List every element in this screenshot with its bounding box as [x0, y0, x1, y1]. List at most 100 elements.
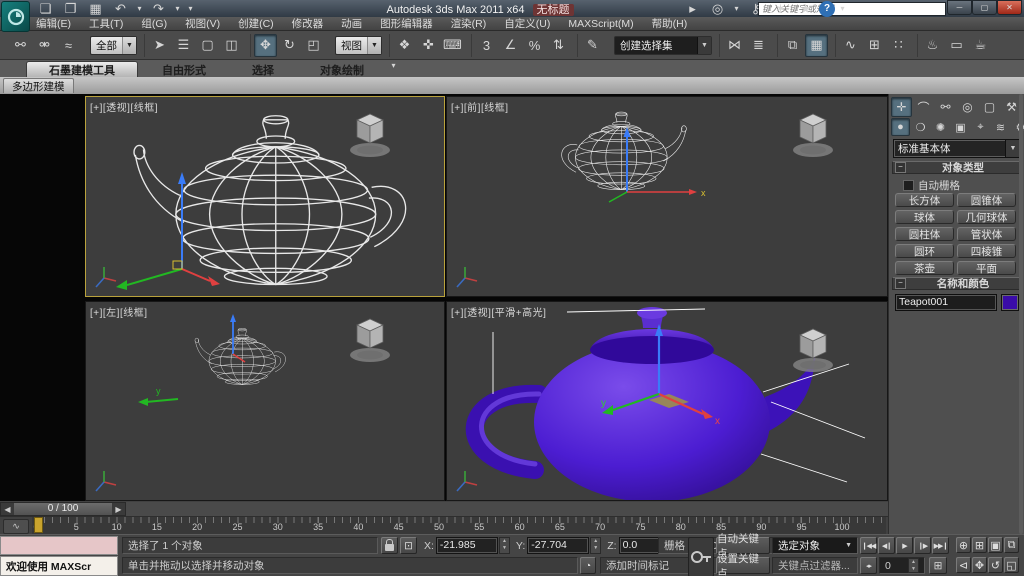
sphere-button[interactable]: 球体	[895, 210, 954, 224]
next-frame-button[interactable]: ❙▶	[914, 537, 931, 554]
zoom-all-icon[interactable]: ⊞	[972, 537, 987, 553]
cameras-category-icon[interactable]: ▣	[951, 118, 970, 136]
pan-icon[interactable]: ✥	[972, 557, 987, 573]
spinner-snap-icon[interactable]: ⇅	[547, 34, 570, 57]
select-and-link-icon[interactable]: ⚯	[9, 34, 32, 57]
object-type-rollout-header[interactable]: − 对象类型	[892, 161, 1021, 174]
hierarchy-tab-icon[interactable]: ⚯	[935, 97, 956, 117]
menu-item[interactable]: 渲染(R)	[451, 16, 487, 31]
current-frame-marker[interactable]	[34, 517, 43, 533]
menu-item[interactable]: 修改器	[292, 16, 324, 31]
menu-item[interactable]: 视图(V)	[185, 16, 220, 31]
menu-item[interactable]: 创建(C)	[238, 16, 274, 31]
select-and-move-icon[interactable]: ✥	[254, 34, 277, 57]
edit-named-selection-sets-icon[interactable]: ✎	[581, 34, 604, 57]
teapot-button[interactable]: 茶壶	[895, 261, 954, 275]
polygon-modeling-panel-tab[interactable]: 多边形建模	[3, 78, 74, 93]
shapes-category-icon[interactable]: ❍	[911, 118, 930, 136]
help-icon[interactable]: ?	[819, 1, 835, 17]
move-gizmo[interactable]	[116, 172, 220, 290]
x-value-field[interactable]: -21.985	[436, 537, 498, 554]
y-value-field[interactable]: -27.704	[527, 537, 589, 554]
chevron-down-icon[interactable]: ▼	[122, 37, 136, 54]
viewport-label[interactable]: [+][透视][平滑+高光]	[451, 304, 546, 319]
reference-coordinate-dropdown[interactable]: 视图▼	[335, 36, 382, 55]
viewport-label[interactable]: [+][前][线框]	[451, 99, 509, 114]
menu-item[interactable]: 组(G)	[141, 16, 167, 31]
zoom-extents-icon[interactable]: ▣	[988, 537, 1003, 553]
render-production-icon[interactable]: ☕	[969, 34, 992, 57]
absolute-offset-mode-toggle[interactable]: ⊡	[400, 537, 417, 554]
graphite-ribbon-toggle-icon[interactable]: ▦	[805, 34, 828, 57]
unlink-selection-icon[interactable]: ⚮	[33, 34, 56, 57]
name-color-rollout-header[interactable]: − 名称和颜色	[892, 277, 1021, 290]
time-slider-grip[interactable]: ◀ 0 / 100 ▶	[0, 502, 126, 516]
menu-item[interactable]: 动画	[341, 16, 362, 31]
x-spinner[interactable]: ▲▼	[499, 537, 510, 554]
key-filters-button[interactable]: 关键点过滤器...	[772, 557, 858, 574]
select-and-scale-icon[interactable]: ◰	[302, 34, 325, 57]
zoom-icon[interactable]: ⊕	[956, 537, 971, 553]
rectangular-selection-region-icon[interactable]: ▢	[196, 34, 219, 57]
keyboard-override-icon[interactable]: ⌨	[441, 34, 464, 57]
rendered-frame-window-icon[interactable]: ▭	[945, 34, 968, 57]
chevron-down-icon[interactable]: ▼	[845, 542, 852, 549]
mini-curve-editor-button[interactable]: ∿	[3, 519, 29, 534]
geometry-category-icon[interactable]: ●	[891, 118, 910, 136]
primitive-category-dropdown[interactable]: 标准基本体 ▼	[893, 139, 1021, 158]
align-icon[interactable]: ≣	[747, 34, 770, 57]
selection-filter-dropdown[interactable]: 全部▼	[90, 36, 137, 55]
plane-button[interactable]: 平面	[957, 261, 1016, 275]
box-button[interactable]: 长方体	[895, 193, 954, 207]
layer-manager-icon[interactable]: ⧉	[781, 34, 804, 57]
modify-tab-icon[interactable]: ⌒	[913, 97, 934, 117]
set-keys-button[interactable]	[688, 537, 714, 576]
frame-spinner[interactable]: ▲▼	[908, 558, 919, 573]
previous-frame-arrow[interactable]: ◀	[1, 503, 14, 515]
next-frame-arrow[interactable]: ▶	[112, 503, 125, 515]
tab-graphite-modeling-tools[interactable]: 石墨建模工具	[26, 61, 138, 77]
named-selection-sets-dropdown[interactable]: 创建选择集▼	[614, 36, 712, 55]
viewcube[interactable]	[791, 322, 835, 374]
maximize-viewport-toggle-icon[interactable]: ◱	[1004, 557, 1019, 573]
viewport-label[interactable]: [+][左][线框]	[90, 304, 148, 319]
tab-selection[interactable]: 选择	[230, 62, 296, 77]
viewcube[interactable]	[791, 107, 835, 159]
tab-object-paint[interactable]: 对象绘制	[298, 62, 386, 77]
panel-scrollbar[interactable]	[1019, 94, 1023, 534]
play-button[interactable]: ▶	[896, 537, 913, 554]
selection-lock-toggle[interactable]	[381, 537, 398, 554]
motion-tab-icon[interactable]: ◎	[957, 97, 978, 117]
material-editor-icon[interactable]: ∷	[887, 34, 910, 57]
viewport-label[interactable]: [+][透视][线框]	[90, 99, 158, 114]
key-mode-toggle[interactable]: ◂▸	[860, 557, 877, 574]
go-to-end-button[interactable]: ▶▶❙	[932, 537, 949, 554]
viewcube[interactable]	[348, 312, 392, 364]
geosphere-button[interactable]: 几何球体	[957, 210, 1016, 224]
time-tag-icon[interactable]: ◔	[580, 557, 596, 574]
menu-item[interactable]: MAXScript(M)	[568, 18, 633, 30]
select-and-rotate-icon[interactable]: ↻	[278, 34, 301, 57]
bind-to-space-warp-icon[interactable]: ≈	[57, 34, 80, 57]
zoom-extents-all-icon[interactable]: ⧉	[1004, 537, 1019, 553]
previous-frame-button[interactable]: ◀❙	[878, 537, 895, 554]
viewport-left-wireframe[interactable]: [+][左][线框] y	[85, 301, 445, 501]
keying-mode-dropdown[interactable]: 选定对象 ▼	[772, 537, 858, 554]
snaps-toggle-3d-icon[interactable]: 3	[475, 34, 498, 57]
helpers-category-icon[interactable]: ⌖	[971, 118, 990, 136]
menu-item[interactable]: 图形编辑器	[380, 16, 433, 31]
maxscript-mini-listener[interactable]: 欢迎使用 MAXScr	[0, 556, 118, 576]
set-key-button[interactable]: 设置关键点	[716, 557, 770, 574]
menu-item[interactable]: 帮助(H)	[652, 16, 688, 31]
window-crossing-icon[interactable]: ◫	[220, 34, 243, 57]
cone-button[interactable]: 圆锥体	[957, 193, 1016, 207]
viewcube[interactable]	[348, 107, 392, 159]
time-configuration-button[interactable]: ⊞	[929, 557, 947, 574]
autogrid-checkbox[interactable]	[903, 180, 914, 191]
viewport-perspective-wireframe[interactable]: [+][透视][线框]	[85, 96, 445, 297]
time-slider-track[interactable]: ◀ 0 / 100 ▶	[0, 502, 888, 517]
object-color-swatch[interactable]	[1001, 294, 1019, 311]
select-and-manipulate-icon[interactable]: ✜	[417, 34, 440, 57]
application-menu-button[interactable]	[1, 1, 30, 32]
create-tab-icon[interactable]: ✛	[891, 97, 912, 117]
